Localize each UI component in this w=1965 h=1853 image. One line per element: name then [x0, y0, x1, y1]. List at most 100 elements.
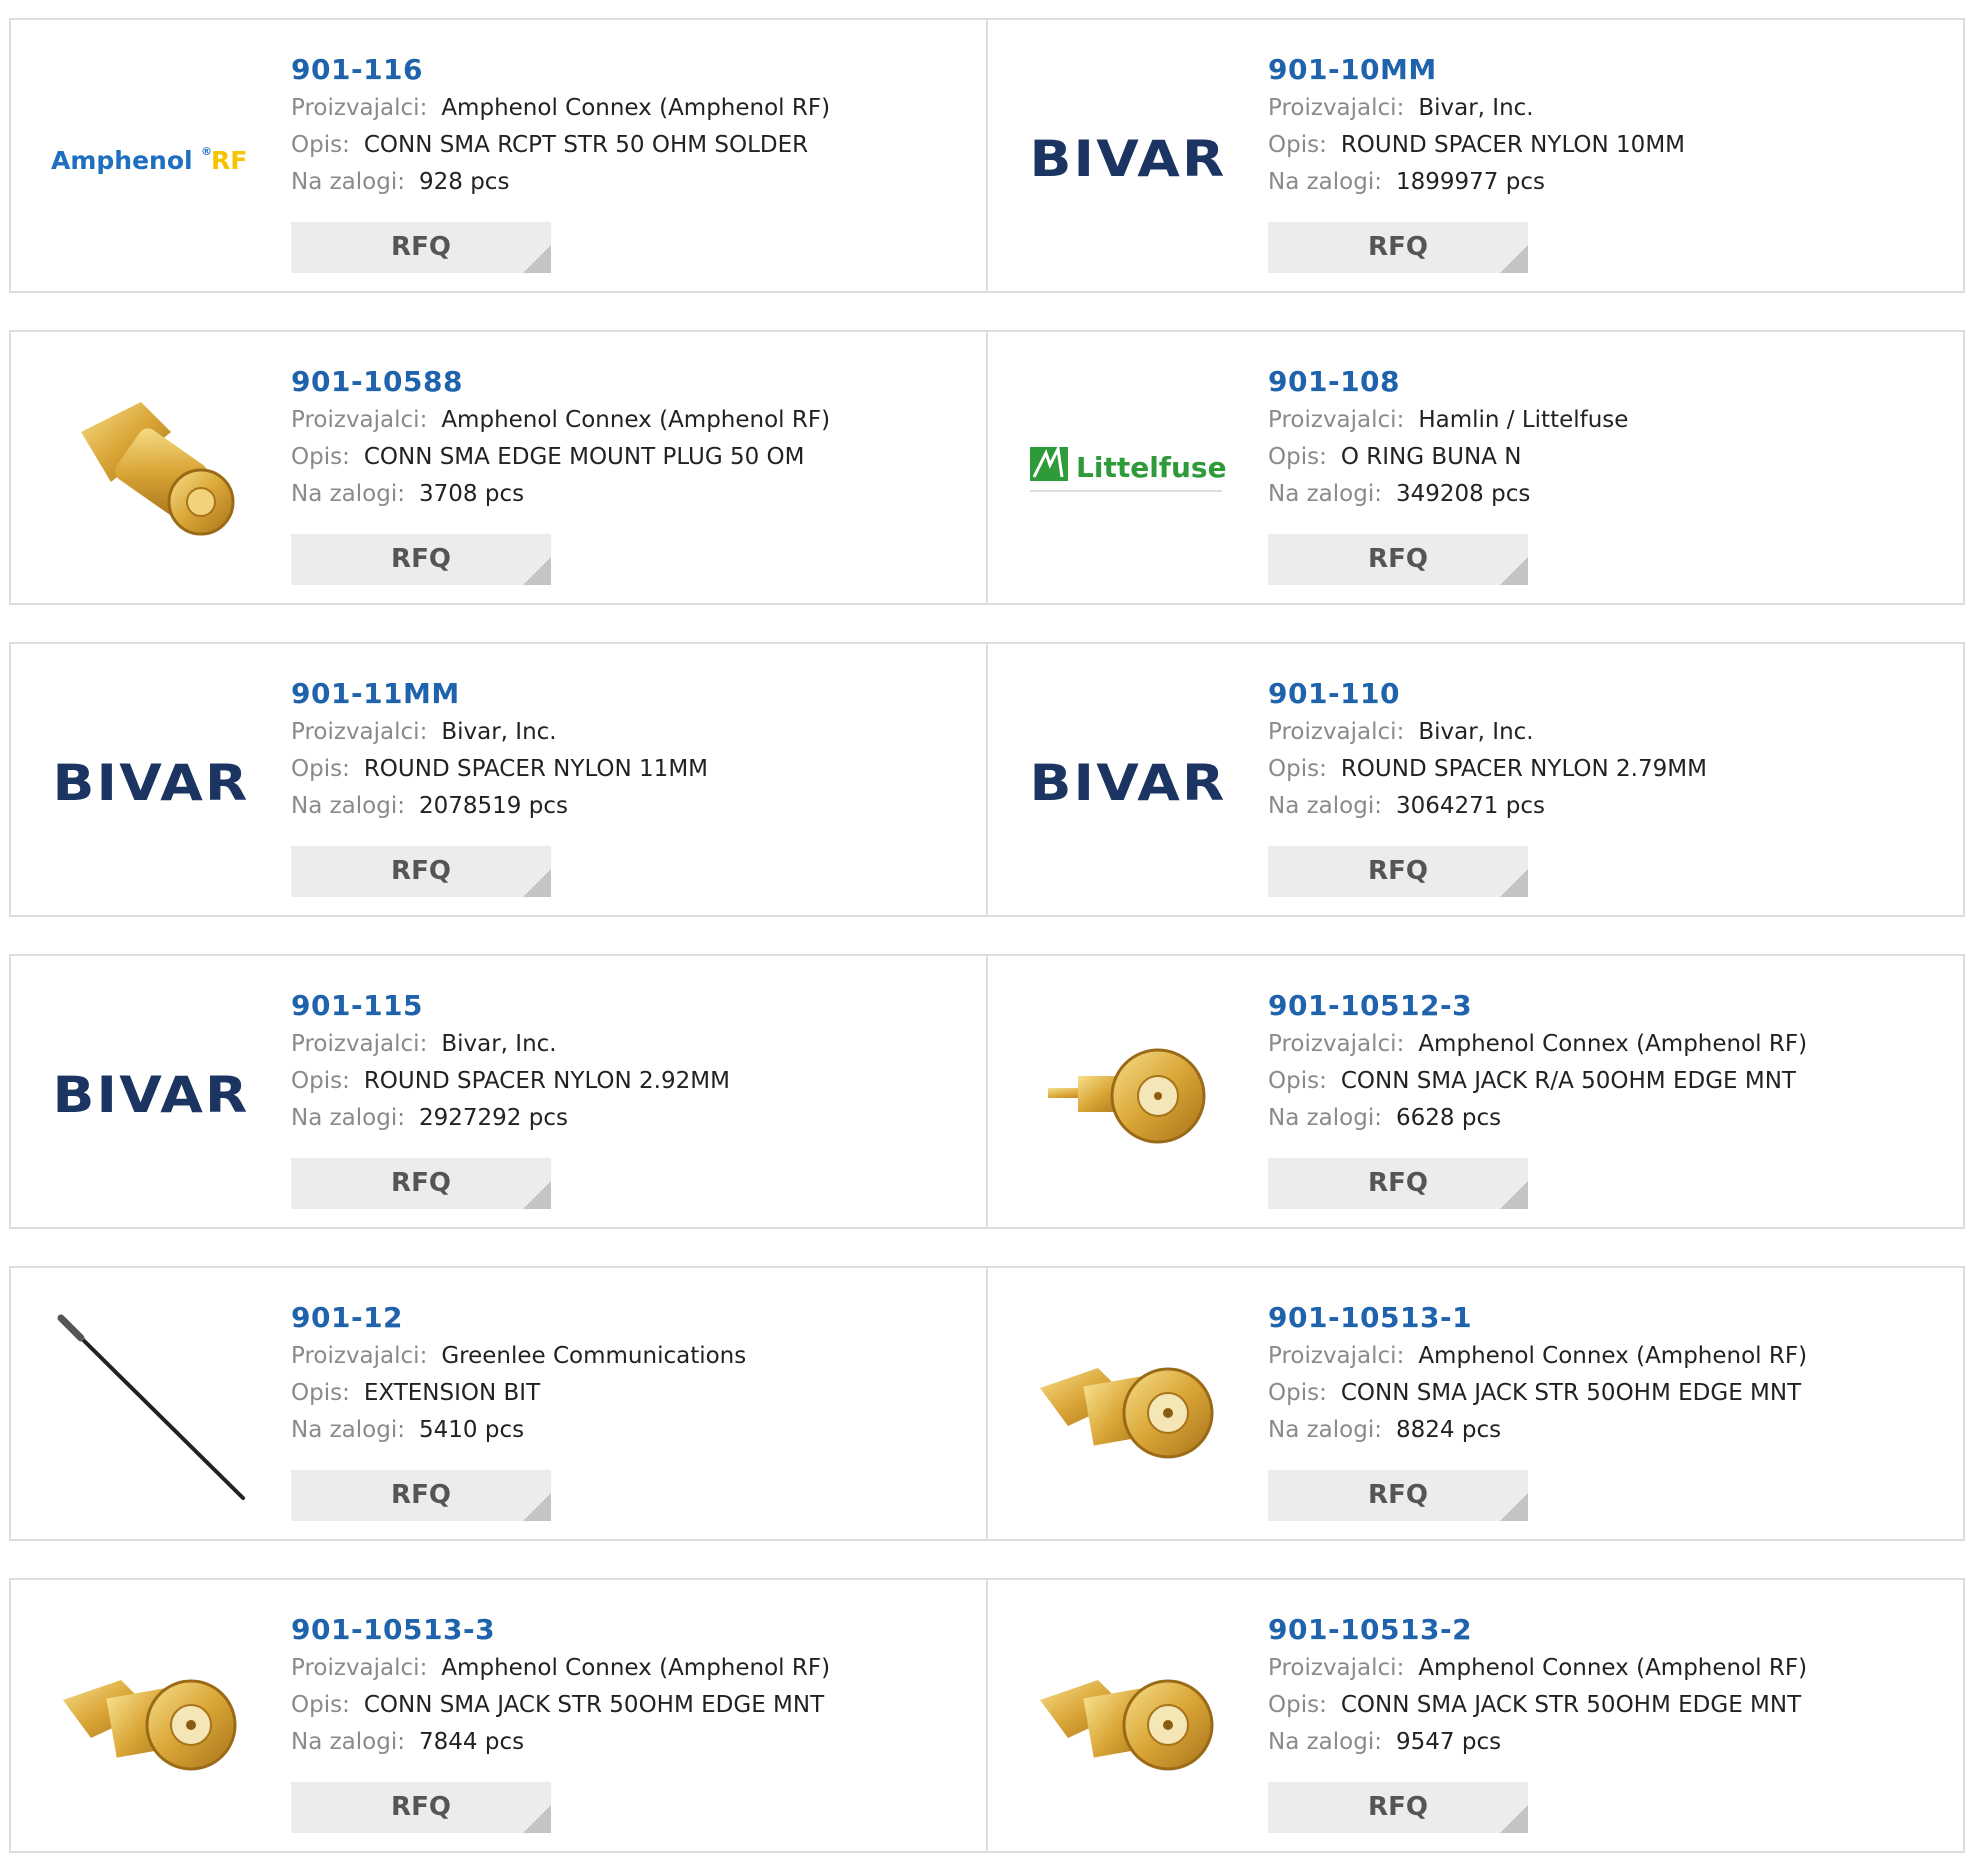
manufacturer-label: Proizvajalci:	[1268, 719, 1405, 745]
description-label: Opis:	[291, 1692, 350, 1718]
product-row: 901-10513-3 Proizvajalci: Amphenol Connex…	[9, 1578, 1965, 1853]
description-label: Opis:	[291, 1380, 350, 1406]
description-value: CONN SMA JACK STR 50OHM EDGE MNT	[1340, 1692, 1802, 1718]
stock-row: Na zalogi: 3064271 pcs	[1268, 788, 1707, 825]
product-card: BIVAR 901-110 Proizvajalci: Bivar, Inc. O…	[988, 642, 1965, 917]
description-row: Opis: CONN SMA RCPT STR 50 OHM SOLDER	[291, 127, 830, 164]
product-row: BIVAR 901-115 Proizvajalci: Bivar, Inc. O…	[9, 954, 1965, 1229]
rfq-button[interactable]: RFQ	[291, 846, 551, 897]
svg-text:BIVAR: BIVAR	[52, 1066, 249, 1124]
amphenol-rf-logo: Amphenol ® RF	[51, 145, 247, 175]
part-number-link[interactable]: 901-10513-3	[291, 1610, 830, 1650]
product-image[interactable]	[51, 1308, 251, 1508]
rfq-button[interactable]: RFQ	[291, 534, 551, 585]
description-label: Opis:	[1268, 1692, 1327, 1718]
product-info: 901-10588 Proizvajalci: Amphenol Connex (…	[291, 362, 830, 513]
rfq-label: RFQ	[391, 1792, 451, 1822]
product-image[interactable]: BIVAR	[51, 996, 251, 1196]
part-number-link[interactable]: 901-10512-3	[1268, 986, 1807, 1026]
manufacturer-row: Proizvajalci: Amphenol Connex (Amphenol R…	[1268, 1026, 1807, 1063]
part-number-link[interactable]: 901-11MM	[291, 674, 708, 714]
product-image[interactable]	[1028, 1620, 1228, 1820]
rfq-button[interactable]: RFQ	[1268, 846, 1528, 897]
product-info: 901-108 Proizvajalci: Hamlin / Littelfuse…	[1268, 362, 1628, 513]
stock-label: Na zalogi:	[291, 1417, 405, 1443]
stock-label: Na zalogi:	[291, 793, 405, 819]
manufacturer-row: Proizvajalci: Bivar, Inc.	[1268, 90, 1685, 127]
part-number-link[interactable]: 901-116	[291, 50, 830, 90]
rfq-label: RFQ	[1368, 1792, 1428, 1822]
stock-row: Na zalogi: 9547 pcs	[1268, 1724, 1807, 1761]
product-image[interactable]	[51, 1620, 251, 1820]
part-number-link[interactable]: 901-12	[291, 1298, 746, 1338]
rfq-corner-decoration	[523, 245, 551, 273]
product-image[interactable]: Amphenol ® RF	[51, 60, 251, 260]
stock-row: Na zalogi: 5410 pcs	[291, 1412, 746, 1449]
product-card: BIVAR 901-10MM Proizvajalci: Bivar, Inc. …	[988, 18, 1965, 293]
description-label: Opis:	[291, 444, 350, 470]
manufacturer-label: Proizvajalci:	[291, 1343, 428, 1369]
sma-jack-ra-photo	[1048, 1048, 1206, 1144]
stock-unit: pcs	[1505, 169, 1545, 195]
manufacturer-label: Proizvajalci:	[1268, 1031, 1405, 1057]
part-number-link[interactable]: 901-10588	[291, 362, 830, 402]
stock-value: 2927292	[418, 1105, 522, 1131]
stock-value: 928	[418, 169, 463, 195]
product-image[interactable]	[1028, 1308, 1228, 1508]
rfq-button[interactable]: RFQ	[1268, 534, 1528, 585]
stock-label: Na zalogi:	[1268, 1729, 1382, 1755]
product-image[interactable]: BIVAR	[1028, 684, 1228, 884]
rfq-button[interactable]: RFQ	[1268, 1158, 1528, 1209]
manufacturer-value: Amphenol Connex (Amphenol RF)	[1418, 1655, 1808, 1681]
product-image[interactable]: BIVAR	[1028, 60, 1228, 260]
manufacturer-value: Bivar, Inc.	[1418, 95, 1534, 121]
part-number-link[interactable]: 901-110	[1268, 674, 1707, 714]
stock-value: 6628	[1395, 1105, 1455, 1131]
part-number-link[interactable]: 901-10513-2	[1268, 1610, 1807, 1650]
stock-label: Na zalogi:	[291, 1729, 405, 1755]
product-card: BIVAR 901-11MM Proizvajalci: Bivar, Inc. …	[9, 642, 988, 917]
stock-value: 3064271	[1395, 793, 1499, 819]
manufacturer-label: Proizvajalci:	[291, 1655, 428, 1681]
rfq-button[interactable]: RFQ	[291, 1782, 551, 1833]
part-number-link[interactable]: 901-10513-1	[1268, 1298, 1807, 1338]
manufacturer-value: Amphenol Connex (Amphenol RF)	[441, 1655, 831, 1681]
product-image[interactable]: Littelfuse	[1028, 372, 1228, 572]
product-info: 901-10513-3 Proizvajalci: Amphenol Connex…	[291, 1610, 830, 1761]
stock-label: Na zalogi:	[291, 169, 405, 195]
description-value: CONN SMA JACK R/A 50OHM EDGE MNT	[1340, 1068, 1796, 1094]
description-row: Opis: CONN SMA EDGE MOUNT PLUG 50 OM	[291, 439, 830, 476]
sma-jack-photo	[1040, 1679, 1214, 1771]
manufacturer-label: Proizvajalci:	[291, 95, 428, 121]
product-image[interactable]	[1028, 996, 1228, 1196]
stock-value: 1899977	[1395, 169, 1499, 195]
rfq-corner-decoration	[523, 1181, 551, 1209]
description-row: Opis: ROUND SPACER NYLON 2.92MM	[291, 1063, 730, 1100]
manufacturer-label: Proizvajalci:	[291, 407, 428, 433]
littelfuse-logo: Littelfuse	[1030, 444, 1227, 492]
part-number-link[interactable]: 901-115	[291, 986, 730, 1026]
product-image[interactable]: BIVAR	[51, 684, 251, 884]
manufacturer-row: Proizvajalci: Greenlee Communications	[291, 1338, 746, 1375]
manufacturer-label: Proizvajalci:	[1268, 95, 1405, 121]
rfq-button[interactable]: RFQ	[291, 222, 551, 273]
rfq-button[interactable]: RFQ	[291, 1158, 551, 1209]
manufacturer-value: Bivar, Inc.	[441, 1031, 557, 1057]
part-number-link[interactable]: 901-108	[1268, 362, 1628, 402]
rfq-button[interactable]: RFQ	[1268, 1470, 1528, 1521]
bivar-logo: BIVAR	[1029, 130, 1224, 188]
stock-row: Na zalogi: 2078519 pcs	[291, 788, 708, 825]
stock-unit: pcs	[484, 481, 525, 507]
rfq-button[interactable]: RFQ	[1268, 1782, 1528, 1833]
manufacturer-value: Amphenol Connex (Amphenol RF)	[441, 95, 831, 121]
product-image[interactable]	[51, 372, 251, 572]
product-card: BIVAR 901-115 Proizvajalci: Bivar, Inc. O…	[9, 954, 988, 1229]
product-card: 901-10588 Proizvajalci: Amphenol Connex (…	[9, 330, 988, 605]
sma-jack-photo	[1040, 1367, 1214, 1459]
rfq-button[interactable]: RFQ	[1268, 222, 1528, 273]
part-number-link[interactable]: 901-10MM	[1268, 50, 1685, 90]
stock-unit: pcs	[1505, 793, 1545, 819]
rfq-button[interactable]: RFQ	[291, 1470, 551, 1521]
stock-label: Na zalogi:	[1268, 481, 1382, 507]
product-grid: Amphenol ® RF 901-116 Proizvajalci: Ampheno…	[0, 0, 1965, 1853]
